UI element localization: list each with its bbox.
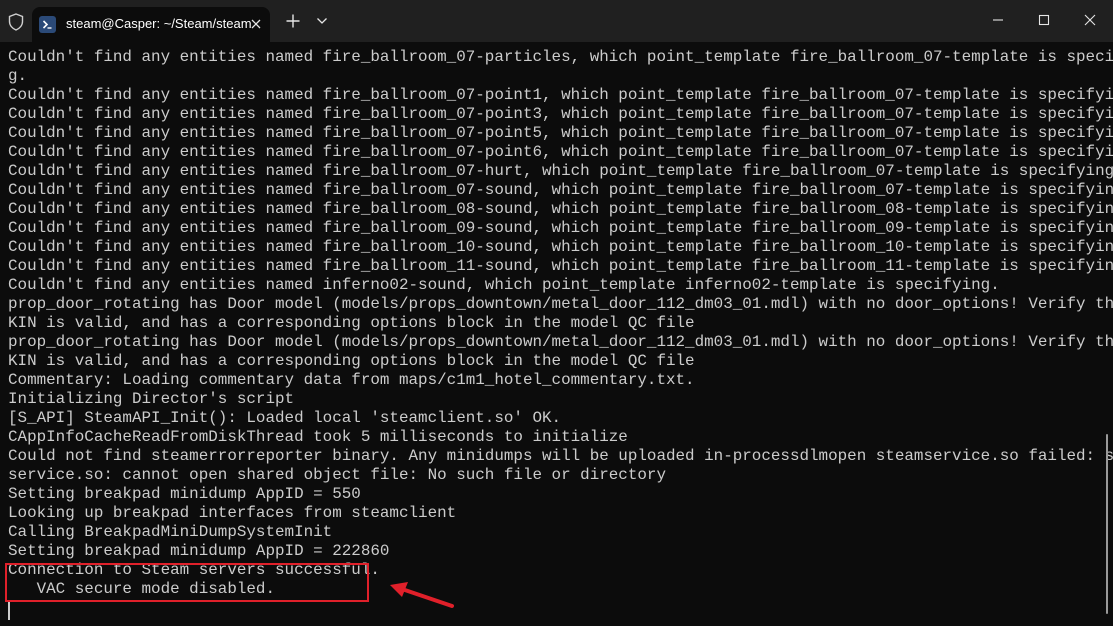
output-line: Couldn't find any entities named fire_ba… xyxy=(8,124,1113,142)
output-line: Commentary: Loading commentary data from… xyxy=(8,371,695,389)
annotation-arrow xyxy=(390,582,454,608)
minimize-icon xyxy=(993,19,1003,21)
output-line: Could not find steamerrorreporter binary… xyxy=(8,447,1113,465)
output-line: Couldn't find any entities named fire_ba… xyxy=(8,181,1113,199)
output-line: Couldn't find any entities named fire_ba… xyxy=(8,86,1113,104)
output-line: Couldn't find any entities named inferno… xyxy=(8,276,1000,294)
chevron-down-icon xyxy=(317,18,327,24)
new-tab-button[interactable] xyxy=(281,8,305,34)
tab-terminal[interactable]: steam@Casper: ~/Steam/steam xyxy=(32,7,270,42)
terminal-output-area[interactable]: Couldn't find any entities named fire_ba… xyxy=(0,42,1113,626)
output-line: Setting breakpad minidump AppID = 222860 xyxy=(8,542,390,560)
shield-icon[interactable] xyxy=(6,12,26,32)
scrollbar[interactable] xyxy=(1106,434,1108,614)
tab-title: steam@Casper: ~/Steam/steam xyxy=(66,16,252,31)
output-line: Looking up breakpad interfaces from stea… xyxy=(8,504,457,522)
output-line: Couldn't find any entities named fire_ba… xyxy=(8,200,1113,218)
terminal-icon xyxy=(39,16,56,33)
output-line: KIN is valid, and has a corresponding op… xyxy=(8,352,695,370)
output-line: Couldn't find any entities named fire_ba… xyxy=(8,105,1113,123)
maximize-icon xyxy=(1038,14,1050,26)
output-line: service.so: cannot open shared object fi… xyxy=(8,466,666,484)
output-line: Couldn't find any entities named fire_ba… xyxy=(8,238,1113,256)
output-line: Couldn't find any entities named fire_ba… xyxy=(8,257,1113,275)
output-line: KIN is valid, and has a corresponding op… xyxy=(8,314,695,332)
output-line: Calling BreakpadMiniDumpSystemInit xyxy=(8,523,333,541)
output-line: Couldn't find any entities named fire_ba… xyxy=(8,219,1113,237)
output-line: Couldn't find any entities named fire_ba… xyxy=(8,48,1113,66)
close-icon xyxy=(1084,14,1096,26)
terminal-output: Couldn't find any entities named fire_ba… xyxy=(8,48,1113,599)
tab-dropdown-button[interactable] xyxy=(310,8,334,34)
close-icon[interactable] xyxy=(247,15,265,33)
title-bar: steam@Casper: ~/Steam/steam xyxy=(0,0,1113,42)
output-line: Couldn't find any entities named fire_ba… xyxy=(8,162,1113,180)
output-line: Couldn't find any entities named fire_ba… xyxy=(8,143,1113,161)
output-line: Setting breakpad minidump AppID = 550 xyxy=(8,485,361,503)
plus-icon xyxy=(286,14,300,28)
terminal-window: steam@Casper: ~/Steam/steam Couldn't fin… xyxy=(0,0,1113,626)
output-line: prop_door_rotating has Door model (model… xyxy=(8,333,1113,351)
close-window-button[interactable] xyxy=(1067,0,1113,40)
output-line: Initializing Director's script xyxy=(8,390,295,408)
text-cursor xyxy=(8,602,10,620)
maximize-button[interactable] xyxy=(1021,0,1067,40)
minimize-button[interactable] xyxy=(975,0,1021,40)
highlight-box xyxy=(5,563,369,602)
output-line: [S_API] SteamAPI_Init(): Loaded local 's… xyxy=(8,409,562,427)
output-line: CAppInfoCacheReadFromDiskThread took 5 m… xyxy=(8,428,628,446)
output-line: prop_door_rotating has Door model (model… xyxy=(8,295,1113,313)
output-line: g. xyxy=(8,67,28,85)
